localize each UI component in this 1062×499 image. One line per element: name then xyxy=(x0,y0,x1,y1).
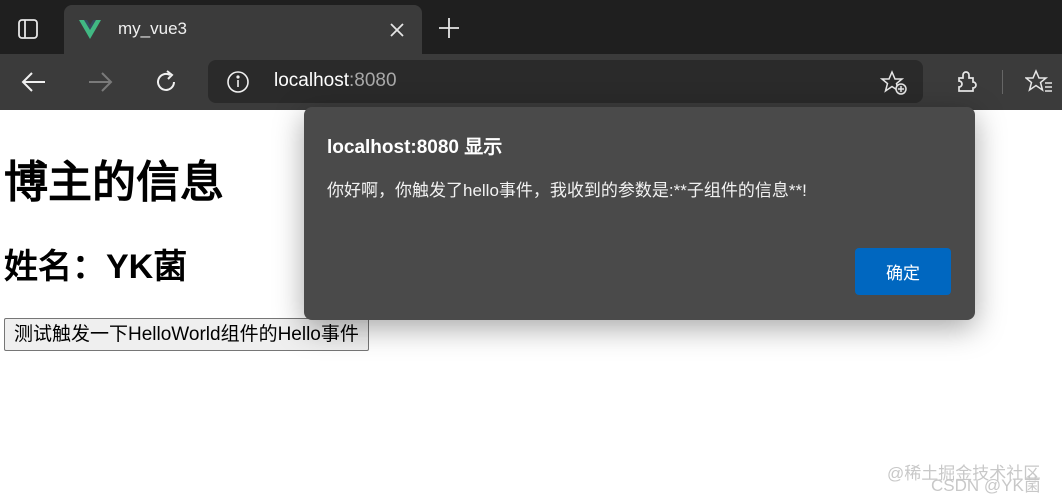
alert-message: 你好啊，你触发了hello事件，我收到的参数是:**子组件的信息**! xyxy=(327,181,807,200)
name-heading: 姓名：YK菌 xyxy=(4,248,188,286)
alert-title: localhost:8080 显示 xyxy=(327,137,503,158)
tab-actions-icon[interactable] xyxy=(8,14,48,44)
browser-toolbar: localhost:8080 xyxy=(0,54,1062,110)
url-host: localhost xyxy=(274,70,349,91)
refresh-icon[interactable] xyxy=(149,65,183,99)
browser-tabstrip: my_vue3 xyxy=(0,0,1062,54)
url-text[interactable]: localhost:8080 xyxy=(274,70,397,92)
info-icon[interactable] xyxy=(226,70,250,94)
add-favorite-icon[interactable] xyxy=(879,70,908,96)
tab-title: my_vue3 xyxy=(118,19,187,38)
forward-arrow-icon[interactable] xyxy=(83,65,117,99)
toolbar-separator xyxy=(1002,70,1003,94)
extensions-icon[interactable] xyxy=(950,65,984,99)
url-port: :8080 xyxy=(349,70,397,91)
trigger-hello-button[interactable]: 测试触发一下HelloWorld组件的Hello事件 xyxy=(4,318,369,351)
alert-dialog: localhost:8080 显示 你好啊，你触发了hello事件，我收到的参数… xyxy=(304,107,975,320)
browser-tab[interactable]: my_vue3 xyxy=(64,5,422,54)
ok-button[interactable]: 确定 xyxy=(855,248,951,295)
close-tab-icon[interactable] xyxy=(384,17,410,43)
favorites-icon[interactable] xyxy=(1022,65,1056,99)
new-tab-icon[interactable] xyxy=(434,13,464,43)
vue-logo-icon xyxy=(78,17,102,41)
back-arrow-icon[interactable] xyxy=(17,65,51,99)
address-bar[interactable]: localhost:8080 xyxy=(208,60,923,103)
csdn-watermark: CSDN @YK菌 xyxy=(931,476,1041,495)
page-heading: 博主的信息 xyxy=(4,158,224,207)
